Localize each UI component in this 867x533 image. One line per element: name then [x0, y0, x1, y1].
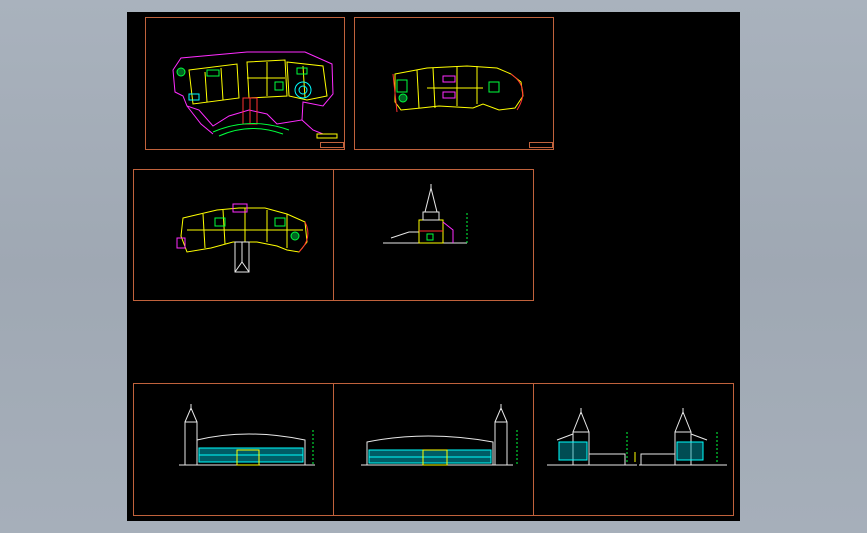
elevation-rear: [361, 404, 518, 466]
floor-plan-3: [176, 203, 309, 273]
building-section: [383, 184, 468, 244]
floor-plan-1: [172, 51, 338, 139]
drawing-sheet[interactable]: [127, 12, 740, 521]
elevation-front: [179, 404, 315, 466]
cad-drawing-canvas: [172, 51, 727, 466]
elevation-sides: [547, 408, 727, 466]
floor-plan-2: [392, 65, 524, 113]
